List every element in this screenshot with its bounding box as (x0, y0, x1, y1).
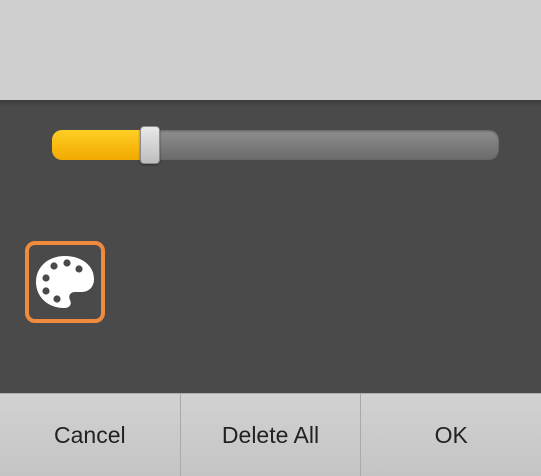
dialog-button-bar: Cancel Delete All OK (0, 393, 541, 476)
divider (0, 100, 541, 106)
cancel-button[interactable]: Cancel (0, 394, 181, 476)
preview-area (0, 0, 541, 100)
color-palette-button[interactable] (25, 241, 105, 323)
slider-thumb[interactable] (140, 126, 160, 164)
slider-fill (52, 130, 150, 160)
delete-all-button[interactable]: Delete All (180, 394, 362, 476)
brush-size-slider[interactable] (52, 126, 499, 164)
palette-icon (36, 256, 94, 308)
ok-button[interactable]: OK (361, 394, 541, 476)
